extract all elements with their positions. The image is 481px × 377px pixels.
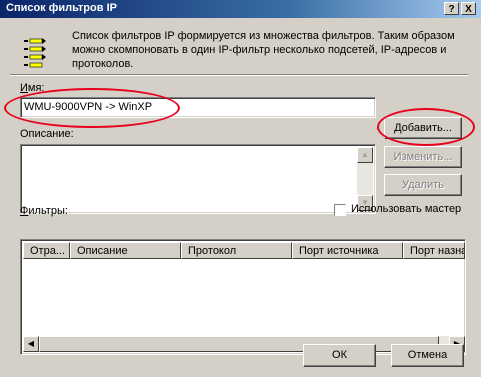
column-header-mirrored[interactable]: Отра... xyxy=(23,242,70,259)
intro-description: Список фильтров IP формируется из множес… xyxy=(72,30,455,70)
filter-list-icon xyxy=(24,38,46,68)
title-bar: Список фильтров IP ? X xyxy=(0,0,481,18)
scroll-thumb[interactable] xyxy=(39,336,439,352)
add-button[interactable]: Добавить... xyxy=(384,117,462,139)
dialog-body: Список фильтров IP формируется из множес… xyxy=(0,18,481,377)
column-header-protocol[interactable]: Протокол xyxy=(181,242,292,259)
use-wizard-checkbox[interactable] xyxy=(334,204,346,216)
description-scrollbar[interactable]: ▲ ▼ xyxy=(357,147,373,211)
column-header-source-port[interactable]: Порт источника xyxy=(292,242,403,259)
ok-button[interactable]: ОК xyxy=(303,344,376,367)
close-button[interactable]: X xyxy=(461,2,476,15)
separator xyxy=(10,74,468,76)
edit-button[interactable]: Изменить... xyxy=(384,146,462,168)
help-button[interactable]: ? xyxy=(444,2,459,15)
filters-list[interactable]: Отра... Описание Протокол Порт источника… xyxy=(20,239,466,355)
cancel-button[interactable]: Отмена xyxy=(391,344,464,367)
description-field[interactable]: ▲ ▼ xyxy=(20,144,376,214)
window-title: Список фильтров IP xyxy=(6,2,117,14)
name-field[interactable] xyxy=(20,97,376,118)
scroll-up-icon[interactable]: ▲ xyxy=(357,147,373,163)
name-label: Имя: xyxy=(20,82,45,94)
scroll-left-icon[interactable]: ◀ xyxy=(23,336,39,352)
description-label: Описание: xyxy=(20,128,74,140)
column-header-dest-port[interactable]: Порт назна xyxy=(403,242,465,259)
name-input[interactable] xyxy=(21,98,367,116)
delete-button[interactable]: Удалить xyxy=(384,174,462,196)
use-wizard-label[interactable]: Использовать мастер xyxy=(351,203,461,215)
column-header-description[interactable]: Описание xyxy=(70,242,181,259)
filters-label: Фильтры: xyxy=(20,205,68,217)
